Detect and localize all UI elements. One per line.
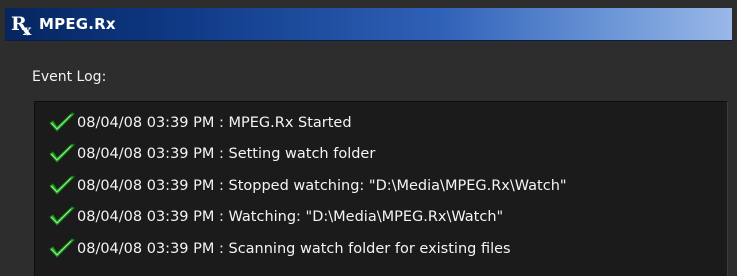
window-title: MPEG.Rx [39, 15, 116, 33]
green-checkmark-icon [49, 175, 75, 195]
log-entry-text: 08/04/08 03:39 PM : MPEG.Rx Started [77, 115, 352, 131]
log-entry-text: 08/04/08 03:39 PM : Watching: "D:\Media\… [77, 209, 504, 225]
event-log-list[interactable]: 08/04/08 03:39 PM : MPEG.Rx Started 08/0… [34, 101, 728, 276]
log-entry[interactable]: 08/04/08 03:39 PM : Scanning watch folde… [47, 236, 511, 262]
log-entry-text: 08/04/08 03:39 PM : Setting watch folder [77, 146, 376, 162]
log-entry[interactable]: 08/04/08 03:39 PM : Setting watch folder [47, 141, 375, 167]
log-entry[interactable]: 08/04/08 03:39 PM : MPEG.Rx Started [47, 110, 352, 136]
green-checkmark-icon [49, 143, 75, 163]
event-log-label: Event Log: [32, 69, 107, 85]
green-checkmark-icon [49, 206, 75, 226]
log-entry-text: 08/04/08 03:39 PM : Scanning watch folde… [77, 241, 511, 257]
rx-logo-icon: R x [11, 13, 32, 37]
green-checkmark-icon [49, 238, 75, 258]
app-window: R x MPEG.Rx Event Log: 08/04/08 03:39 PM… [0, 0, 737, 276]
green-checkmark-icon [49, 112, 75, 132]
log-entry-text: 08/04/08 03:39 PM : Stopped watching: "D… [77, 178, 567, 194]
log-entry[interactable]: 08/04/08 03:39 PM : Stopped watching: "D… [47, 173, 567, 199]
log-entry[interactable]: 08/04/08 03:39 PM : Watching: "D:\Media\… [47, 204, 503, 230]
title-bar[interactable]: R x MPEG.Rx [5, 8, 732, 41]
